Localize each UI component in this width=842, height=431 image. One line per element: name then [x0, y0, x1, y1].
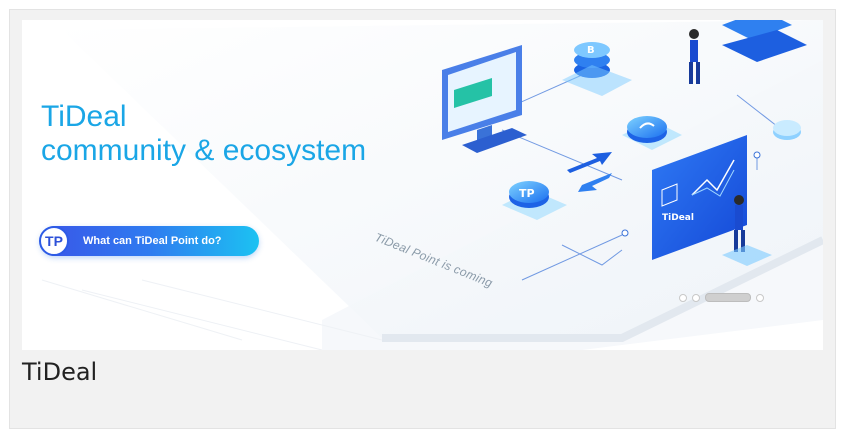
carousel-banner[interactable]: B TP TiDeal TiDeal community & ecosystem… [22, 20, 823, 350]
cta-button[interactable]: TP What can TiDeal Point do? [39, 226, 259, 256]
carousel-dot[interactable] [679, 293, 687, 302]
tp-logo-icon: TP [39, 226, 69, 256]
carousel-dot-active[interactable] [705, 293, 751, 302]
carousel-dot[interactable] [692, 293, 700, 302]
carousel-dot[interactable] [756, 293, 764, 302]
headline-line-2: community & ecosystem [41, 134, 367, 167]
svg-text:TP: TP [519, 187, 535, 200]
carousel-indicators [679, 293, 764, 302]
slide-title: TiDeal [22, 358, 98, 386]
svg-text:B: B [587, 45, 595, 56]
headline-line-1: TiDeal [41, 100, 127, 133]
svg-text:TiDeal: TiDeal [662, 213, 694, 223]
banner-headline: TiDeal community & ecosystem [41, 100, 366, 168]
cta-label: What can TiDeal Point do? [83, 235, 222, 247]
